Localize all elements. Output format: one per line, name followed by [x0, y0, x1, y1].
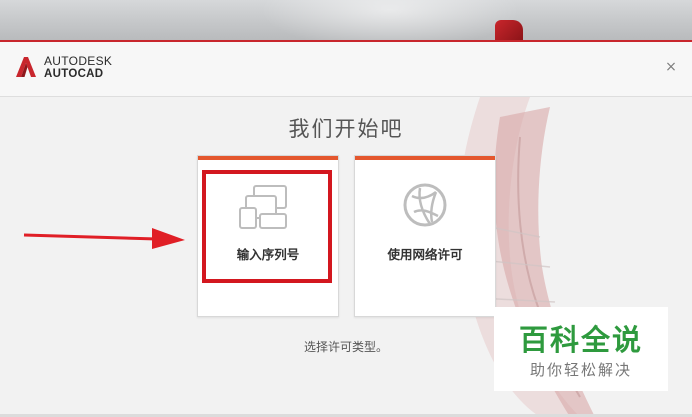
- brand-name: AUTODESK: [44, 54, 113, 68]
- option-card-serial-number[interactable]: 输入序列号: [197, 155, 339, 317]
- watermark-subtitle: 助你轻松解决: [529, 361, 632, 379]
- product-name: AUTOCAD: [44, 68, 104, 80]
- dialog-content: 我们开始吧 输入序列号 使用网络许可 选择许可类型。 百科全说 助你轻松解决: [0, 97, 692, 417]
- watermark-title: 百科全说: [518, 323, 643, 357]
- close-button[interactable]: ×: [664, 60, 678, 74]
- globe-network-icon: [403, 183, 447, 227]
- option-label: 使用网络许可: [387, 247, 463, 262]
- dialog-header: AUTODESK AUTOCAD ×: [0, 42, 692, 97]
- card-accent-stripe: [198, 156, 338, 160]
- option-card-network-license[interactable]: 使用网络许可: [354, 155, 496, 317]
- watermark: 百科全说 助你轻松解决: [494, 307, 668, 391]
- page-title: 我们开始吧: [288, 117, 404, 141]
- banner-art-fragment: [495, 20, 523, 40]
- autodesk-logo-icon: [16, 57, 36, 77]
- pointer-arrow-icon: [23, 228, 185, 249]
- devices-icon: [239, 185, 287, 229]
- option-label: 输入序列号: [236, 247, 300, 262]
- banner-swoosh: [260, 0, 520, 40]
- background-banner: [0, 0, 692, 40]
- card-accent-stripe: [355, 156, 495, 160]
